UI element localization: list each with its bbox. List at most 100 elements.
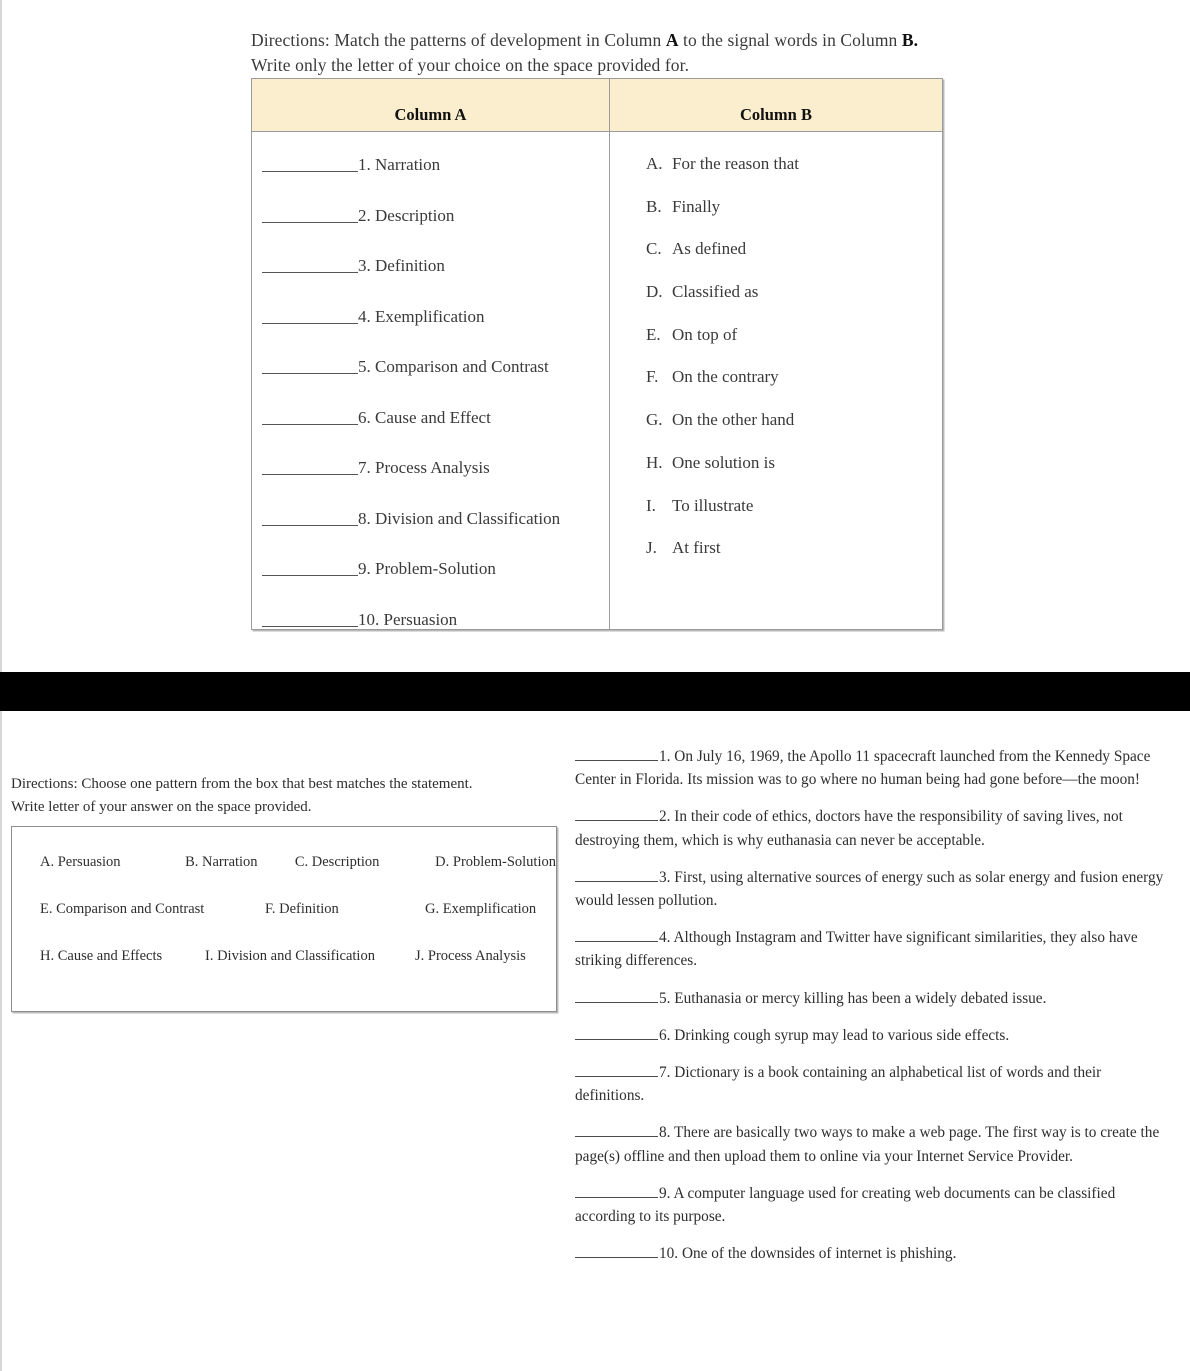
list-item: H. One solution is — [610, 453, 942, 496]
item-label: Division and Classification — [375, 508, 561, 528]
table-row: 2. Description — [252, 207, 609, 258]
item-label: Persuasion — [383, 609, 458, 629]
item-number: 2. — [358, 205, 371, 225]
statement-answer-blank-10[interactable] — [575, 1244, 658, 1259]
directions-column-b-bold: B. — [901, 30, 919, 50]
list-item: B. Finally — [610, 197, 942, 240]
column-a-cell: 1. Narration 2. Description 3. Definitio… — [252, 132, 610, 630]
statement-number-3: 3. — [659, 868, 671, 886]
statement-answer-blank-3[interactable] — [575, 868, 658, 882]
column-b-letter-a: A. — [646, 154, 663, 173]
statement-answer-blank-9[interactable] — [575, 1184, 658, 1198]
answer-blank-9[interactable] — [262, 560, 358, 576]
item-number: 5. — [358, 357, 371, 376]
answer-blank-5[interactable] — [262, 358, 358, 374]
column-a-header: Column A — [252, 79, 610, 131]
column-b-letter-e: E. — [646, 324, 661, 344]
statement-item-1: 1. On July 16, 1969, the Apollo 11 space… — [575, 745, 1167, 791]
choice-option-e[interactable]: E. Comparison and Contrast — [40, 901, 265, 918]
choice-option-c[interactable]: C. Description — [295, 854, 435, 871]
column-b-cell: A. For the reason that B. Finally C. As … — [610, 132, 942, 630]
column-b-letter-i: I. — [646, 495, 656, 515]
statement-answer-blank-5[interactable] — [575, 989, 658, 1003]
answer-blank-8[interactable] — [262, 510, 358, 526]
answer-blank-3[interactable] — [262, 257, 358, 273]
column-b-text-h: One solution is — [672, 452, 775, 472]
item-number: 6. — [358, 407, 371, 427]
choice-row-1: A. Persuasion B. Narration C. Descriptio… — [12, 854, 556, 871]
table-row: 9. Problem-Solution — [252, 560, 609, 611]
directions-text-suffix: Write only the letter of your choice on … — [251, 55, 690, 75]
column-a-item-10: 10. Persuasion — [358, 611, 457, 628]
column-b-letter-g: G. — [646, 410, 663, 430]
answer-blank-10[interactable] — [262, 611, 358, 627]
statement-answer-blank-8[interactable] — [575, 1123, 658, 1138]
choice-row-3: H. Cause and Effects I. Division and Cla… — [12, 948, 556, 965]
statement-number-7: 7. — [659, 1064, 671, 1082]
directions-text-mid: to the signal words in Column — [678, 30, 902, 50]
column-b-text-d: Classified as — [672, 282, 759, 302]
item-label: Exemplification — [375, 306, 485, 326]
statement-item-2: 2. In their code of ethics, doctors have… — [575, 805, 1167, 851]
choice-option-i[interactable]: I. Division and Classification — [205, 948, 415, 965]
statement-number-1: 1. — [659, 748, 671, 765]
column-a-item-3: 3. Definition — [358, 257, 445, 274]
table-row: 3. Definition — [252, 257, 609, 308]
statement-text-5: Euthanasia or mercy killing has been a w… — [670, 989, 1047, 1007]
column-b-text-a: For the reason that — [672, 154, 799, 173]
choice-option-g[interactable]: G. Exemplification — [425, 901, 536, 918]
choice-option-h[interactable]: H. Cause and Effects — [40, 948, 205, 965]
column-a-item-2: 2. Description — [358, 207, 454, 224]
item-number: 9. — [358, 559, 371, 578]
list-item: G. On the other hand — [610, 410, 942, 453]
answer-blank-1[interactable] — [262, 156, 358, 172]
answer-blank-7[interactable] — [262, 459, 358, 475]
column-b-letter-c: C. — [646, 239, 662, 259]
choice-row-2: E. Comparison and Contrast F. Definition… — [12, 901, 556, 918]
statement-answer-blank-2[interactable] — [575, 807, 658, 822]
list-item: E. On top of — [610, 325, 942, 368]
item-label: Problem-Solution — [375, 559, 496, 578]
choice-option-d[interactable]: D. Problem-Solution — [435, 854, 556, 871]
answer-blank-6[interactable] — [262, 409, 358, 425]
table-row: 7. Process Analysis — [252, 459, 609, 510]
column-b-text-g: On the other hand — [672, 410, 795, 430]
table-row: 10. Persuasion — [252, 611, 609, 662]
column-a-item-9: 9. Problem-Solution — [358, 560, 496, 577]
item-label: Description — [375, 205, 455, 225]
choice-option-b[interactable]: B. Narration — [185, 854, 295, 871]
item-number: 7. — [358, 458, 371, 477]
table-row: 1. Narration — [252, 156, 609, 207]
list-item: D. Classified as — [610, 282, 942, 325]
statement-number-5: 5. — [659, 989, 671, 1007]
answer-blank-4[interactable] — [262, 308, 358, 324]
statement-answer-blank-6[interactable] — [575, 1026, 658, 1040]
choice-option-j[interactable]: J. Process Analysis — [415, 948, 526, 965]
column-a-item-6: 6. Cause and Effect — [358, 409, 491, 426]
statement-answer-blank-4[interactable] — [575, 928, 658, 943]
column-b-letter-j: J. — [646, 538, 657, 558]
answer-blank-2[interactable] — [262, 207, 358, 223]
directions-line-2: Write letter of your answer on the space… — [11, 799, 312, 815]
worksheet-page-top: Directions: Match the patterns of develo… — [0, 0, 1190, 672]
table-row: 4. Exemplification — [252, 308, 609, 359]
statement-item-3: 3. First, using alternative sources of e… — [575, 866, 1167, 912]
statement-text-10: One of the downsides of internet is phis… — [678, 1245, 957, 1263]
item-number: 4. — [358, 306, 371, 326]
statement-answer-blank-1[interactable] — [575, 747, 658, 761]
worksheet-page-bottom: Directions: Choose one pattern from the … — [0, 711, 1190, 1371]
directions-matching: Directions: Match the patterns of develo… — [251, 28, 951, 78]
list-item: A. For the reason that — [610, 154, 942, 197]
column-a-item-7: 7. Process Analysis — [358, 459, 490, 476]
list-item: J. At first — [610, 538, 942, 581]
statement-answer-blank-7[interactable] — [575, 1063, 658, 1078]
choice-option-f[interactable]: F. Definition — [265, 901, 425, 918]
choice-option-a[interactable]: A. Persuasion — [40, 854, 185, 871]
statement-number-8: 8. — [659, 1124, 671, 1142]
item-label: Comparison and Contrast — [375, 357, 549, 376]
statement-item-7: 7. Dictionary is a book containing an al… — [575, 1061, 1167, 1107]
matching-table-header-row: Column A Column B — [252, 79, 942, 132]
table-row: 6. Cause and Effect — [252, 409, 609, 460]
statement-number-10: 10. — [659, 1245, 679, 1263]
column-a-item-1: 1. Narration — [358, 156, 440, 173]
